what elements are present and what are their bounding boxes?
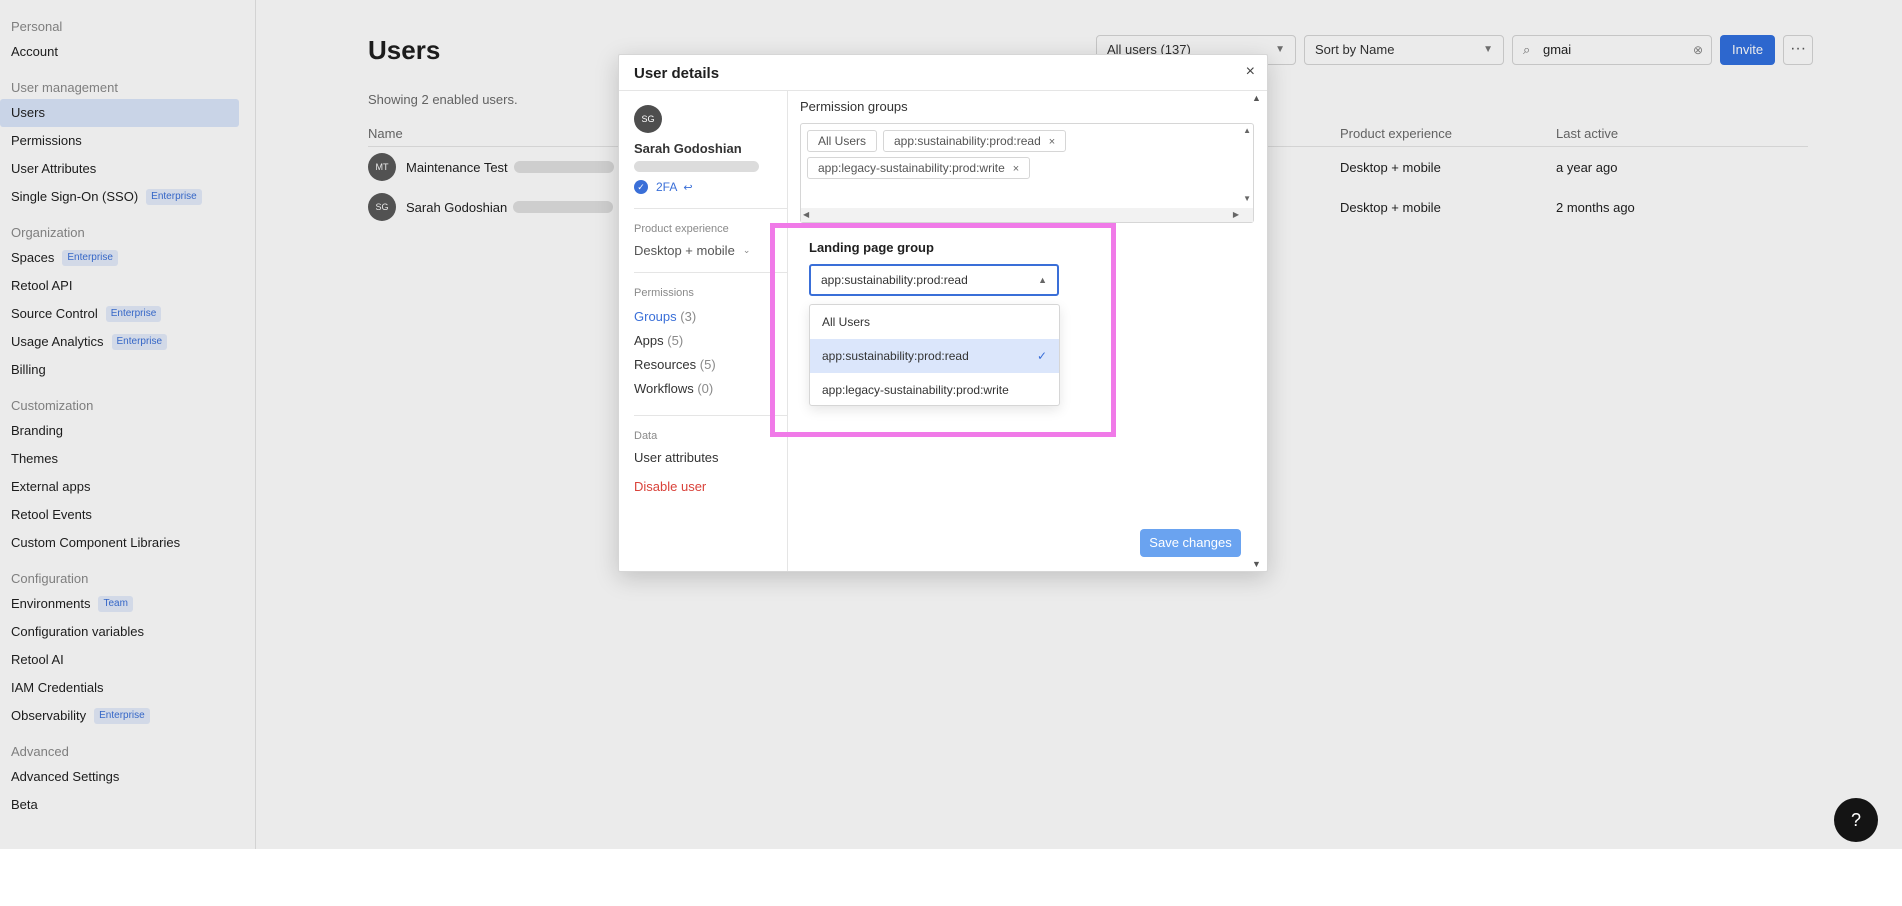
option-label: app:sustainability:prod:read bbox=[822, 349, 969, 363]
groups-count: (3) bbox=[680, 309, 697, 324]
workflows-label: Workflows bbox=[634, 381, 694, 396]
group-chip: app:sustainability:prod:read × bbox=[883, 130, 1067, 152]
workflows-count: (0) bbox=[697, 381, 714, 396]
resources-link[interactable]: Resources (5) bbox=[634, 353, 772, 377]
dropdown-option[interactable]: app:sustainability:prod:read ✓ bbox=[810, 339, 1059, 373]
permission-groups-label: Permission groups bbox=[800, 99, 908, 114]
check-circle-icon: ✓ bbox=[634, 180, 648, 194]
landing-page-group-select[interactable]: app:sustainability:prod:read ▲ bbox=[809, 264, 1059, 296]
divider bbox=[634, 415, 787, 416]
remove-chip-icon[interactable]: × bbox=[1049, 136, 1055, 148]
reset-icon[interactable]: ↩ bbox=[683, 181, 692, 194]
chip-label: app:sustainability:prod:read bbox=[894, 134, 1041, 148]
horizontal-scrollbar[interactable]: ◀ ▶ bbox=[801, 208, 1253, 222]
twofa-label: 2FA bbox=[656, 180, 678, 194]
modal-header: User details × bbox=[619, 55, 1267, 91]
data-label: Data bbox=[634, 430, 658, 442]
resources-count: (5) bbox=[699, 357, 716, 372]
option-label: app:legacy-sustainability:prod:write bbox=[822, 383, 1009, 397]
chip-label: app:legacy-sustainability:prod:write bbox=[818, 161, 1005, 175]
checkmark-icon: ✓ bbox=[1036, 349, 1047, 363]
option-label: All Users bbox=[822, 315, 871, 329]
apps-count: (5) bbox=[667, 333, 684, 348]
user-attributes-link[interactable]: User attributes bbox=[634, 450, 772, 465]
chevron-down-icon: ⌄ bbox=[742, 245, 751, 255]
product-experience-label: Product experience bbox=[634, 223, 729, 235]
resources-label: Resources bbox=[634, 357, 697, 372]
disable-user-button[interactable]: Disable user bbox=[634, 479, 772, 494]
user-name: Sarah Godoshian bbox=[634, 141, 742, 156]
permission-groups-multiselect[interactable]: All Users app:sustainability:prod:read × … bbox=[800, 123, 1254, 223]
close-icon[interactable]: × bbox=[1246, 63, 1255, 81]
chip-label: All Users bbox=[818, 134, 867, 148]
chevron-up-icon: ▲ bbox=[1038, 275, 1047, 285]
groups-label: Groups bbox=[634, 309, 677, 324]
workflows-link[interactable]: Workflows (0) bbox=[634, 377, 772, 401]
user-summary-panel: SG Sarah Godoshian ✓ 2FA ↩ Product exper… bbox=[619, 91, 788, 571]
twofa-status: ✓ 2FA ↩ bbox=[634, 180, 772, 194]
remove-chip-icon[interactable]: × bbox=[1013, 163, 1019, 175]
avatar: SG bbox=[634, 105, 662, 133]
scroll-right-icon[interactable]: ▶ bbox=[1233, 210, 1239, 219]
product-experience-select[interactable]: Desktop + mobile ⌄ bbox=[634, 243, 772, 258]
landing-page-group-value: app:sustainability:prod:read bbox=[821, 273, 968, 287]
apps-link[interactable]: Apps (5) bbox=[634, 329, 772, 353]
product-experience-value: Desktop + mobile bbox=[634, 243, 735, 258]
group-chip: app:legacy-sustainability:prod:write × bbox=[807, 157, 1031, 179]
scroll-up-icon[interactable]: ▲ bbox=[1252, 93, 1261, 103]
group-chip: All Users bbox=[807, 130, 878, 152]
scroll-up-icon[interactable]: ▲ bbox=[1243, 126, 1251, 135]
dropdown-option[interactable]: All Users bbox=[810, 305, 1059, 339]
dropdown-option[interactable]: app:legacy-sustainability:prod:write bbox=[810, 373, 1059, 407]
permissions-label: Permissions bbox=[634, 287, 694, 299]
divider bbox=[634, 272, 787, 273]
groups-link[interactable]: Groups (3) bbox=[634, 305, 772, 329]
apps-label: Apps bbox=[634, 333, 664, 348]
modal-title: User details bbox=[634, 65, 720, 82]
landing-page-group-label: Landing page group bbox=[809, 240, 934, 255]
save-changes-button[interactable]: Save changes bbox=[1140, 529, 1241, 557]
help-chat-icon[interactable]: ? bbox=[1834, 798, 1878, 842]
scroll-down-icon[interactable]: ▼ bbox=[1252, 559, 1261, 569]
scroll-left-icon[interactable]: ◀ bbox=[803, 210, 809, 219]
redacted-email bbox=[634, 161, 759, 172]
landing-page-group-dropdown: All Users app:sustainability:prod:read ✓ … bbox=[809, 304, 1060, 406]
scroll-down-icon[interactable]: ▼ bbox=[1243, 194, 1251, 203]
divider bbox=[634, 208, 787, 209]
